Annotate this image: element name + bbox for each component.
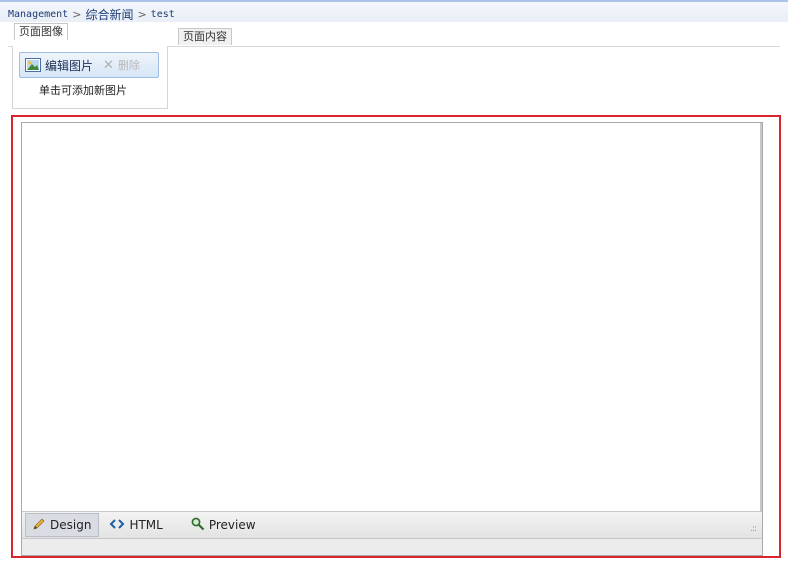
breadcrumb-news[interactable]: 综合新闻 [85,6,133,23]
edit-image-button[interactable]: 编辑图片 [45,57,93,74]
editor-content-area[interactable] [22,123,762,511]
magnifier-icon [191,517,205,534]
preview-mode-label: Preview [208,518,256,532]
preview-mode-tab[interactable]: Preview [184,514,263,536]
breadcrumb-separator: > [72,8,82,21]
close-icon: ✕ [103,57,114,73]
breadcrumb-management[interactable]: Management [8,9,68,20]
tab-page-image[interactable]: 页面图像 [14,23,68,40]
breadcrumb: Management > 综合新闻 > test [8,6,175,23]
add-image-hint[interactable]: 单击可添加新图片 [39,82,127,98]
tab-page-content[interactable]: 页面内容 [178,28,232,45]
editor-mode-bar: Design HTML Preview .:: [22,511,762,538]
design-mode-label: Design [50,518,92,532]
delete-image-button: 删除 [117,59,140,72]
editor-status-bar [22,538,762,555]
breadcrumb-separator: > [137,8,147,21]
breadcrumb-current: test [150,9,175,20]
code-icon [109,518,125,533]
resize-grip-icon[interactable]: .:: [750,524,757,534]
image-toolbar: 编辑图片 ✕ 删除 [19,52,159,78]
highlight-frame: Design HTML Preview .:: [11,115,781,558]
picture-icon[interactable] [25,58,41,72]
design-mode-tab[interactable]: Design [25,513,100,537]
image-panel: 编辑图片 ✕ 删除 单击可添加新图片 [12,46,168,109]
html-mode-label: HTML [129,518,163,532]
top-bar: Management > 综合新闻 > test [0,0,788,22]
rich-text-editor: Design HTML Preview .:: [21,122,763,556]
pencil-icon [33,517,46,533]
html-mode-tab[interactable]: HTML [102,514,169,536]
